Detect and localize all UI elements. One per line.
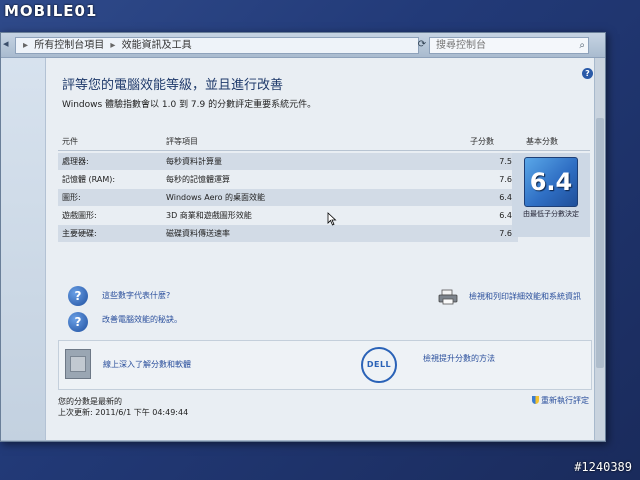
row-subscore: 7.5 (499, 157, 512, 166)
vertical-scrollbar[interactable] (595, 58, 605, 440)
link-learn-online[interactable]: 線上深入了解分數和軟體 (103, 359, 191, 370)
row-subscore: 7.6 (499, 175, 512, 184)
column-header-basescore: 基本分數 (526, 137, 558, 146)
help-icon[interactable]: ? (582, 68, 593, 79)
left-navigation-pane (1, 58, 46, 440)
breadcrumb-item-all-items[interactable]: 所有控制台項目 (34, 40, 104, 51)
row-subscore: 6.4 (499, 193, 512, 202)
dell-logo: DELL (361, 347, 397, 383)
row-rating: 每秒資料計算量 (166, 157, 222, 166)
rerun-assessment-link[interactable]: 重新執行評定 (532, 395, 589, 406)
refresh-icon[interactable]: ⟳ (415, 37, 429, 52)
mouse-cursor-icon (327, 212, 337, 226)
scrollbar-thumb[interactable] (596, 118, 604, 368)
base-score-note: 由最低子分數決定 (523, 210, 579, 218)
control-panel-window: ◂ ▸ 所有控制台項目 ▸ 效能資訊及工具 ⟳ ⌕ ? 評等您的電腦效能等級，並… (0, 32, 606, 442)
status-info: 您的分數是最新的 上次更新: 2011/6/1 下午 04:49:44 (58, 396, 188, 418)
row-subscore: 6.4 (499, 211, 512, 220)
row-component: 主要硬碟: (62, 229, 97, 238)
chevron-right-icon: ▸ (110, 40, 116, 51)
table-row: 處理器: 每秒資料計算量 7.5 (58, 153, 518, 170)
help-question-icon[interactable]: ? (68, 312, 88, 332)
table-row: 遊戲圖形: 3D 商業和遊戲圖形效能 6.4 (58, 207, 518, 224)
status-current: 您的分數是最新的 (58, 397, 122, 406)
row-rating: 3D 商業和遊戲圖形效能 (166, 211, 252, 220)
link-what-numbers-mean[interactable]: 這些數字代表什麼? (102, 290, 170, 301)
link-improve-tips[interactable]: 改善電腦效能的秘訣。 (102, 314, 182, 325)
column-header-rating: 評等項目 (166, 137, 198, 146)
page-subtitle: Windows 體驗指數會以 1.0 到 7.9 的分數評定重要系統元件。 (62, 100, 317, 110)
column-header-subscore: 子分數 (470, 137, 494, 146)
table-row: 圖形: Windows Aero 的桌面效能 6.4 (58, 189, 518, 206)
rerun-label[interactable]: 重新執行評定 (541, 396, 589, 405)
row-component: 記憶體 (RAM): (62, 175, 116, 184)
column-header-component: 元件 (62, 137, 78, 146)
back-arrow-icon[interactable]: ◂ (3, 37, 9, 50)
search-box[interactable]: ⌕ (429, 37, 589, 54)
link-view-improve[interactable]: 檢視提升分數的方法 (423, 353, 495, 364)
printer-icon[interactable] (438, 289, 458, 305)
row-component: 遊戲圖形: (62, 211, 97, 220)
status-last-updated: 上次更新: 2011/6/1 下午 04:49:44 (58, 408, 189, 417)
row-rating: 磁碟資料傳送速率 (166, 229, 230, 238)
table-row: 記憶體 (RAM): 每秒的記憶體運算 7.6 (58, 171, 518, 188)
search-input[interactable] (430, 39, 568, 52)
table-row: 主要硬碟: 磁碟資料傳送速率 7.6 (58, 225, 518, 242)
photo-post-id: #1240389 (574, 460, 632, 474)
base-score-panel: 6.4 由最低子分數決定 (512, 153, 590, 237)
search-icon[interactable]: ⌕ (579, 38, 585, 53)
breadcrumb[interactable]: ▸ 所有控制台項目 ▸ 效能資訊及工具 (15, 37, 419, 54)
base-score-badge: 6.4 (524, 157, 578, 207)
help-question-icon[interactable]: ? (68, 286, 88, 306)
header-divider (58, 150, 590, 151)
software-box-icon (65, 349, 91, 379)
link-print-details[interactable]: 檢視和列印詳細效能和系統資訊 (469, 291, 581, 302)
breadcrumb-item-performance[interactable]: 效能資訊及工具 (122, 40, 192, 51)
row-rating: 每秒的記憶體運算 (166, 175, 230, 184)
page-title: 評等您的電腦效能等級，並且進行改善 (62, 78, 284, 93)
row-subscore: 7.6 (499, 229, 512, 238)
chevron-right-icon: ▸ (23, 40, 29, 51)
row-rating: Windows Aero 的桌面效能 (166, 193, 266, 202)
main-content: ? 評等您的電腦效能等級，並且進行改善 Windows 體驗指數會以 1.0 到… (46, 58, 594, 440)
photo-watermark: MOBILE01 (4, 2, 98, 20)
address-bar: ◂ ▸ 所有控制台項目 ▸ 效能資訊及工具 ⟳ ⌕ (1, 33, 605, 58)
promo-panel: 線上深入了解分數和軟體 DELL 檢視提升分數的方法 (58, 340, 592, 390)
row-component: 處理器: (62, 157, 89, 166)
uac-shield-icon (532, 396, 539, 404)
row-component: 圖形: (62, 193, 81, 202)
